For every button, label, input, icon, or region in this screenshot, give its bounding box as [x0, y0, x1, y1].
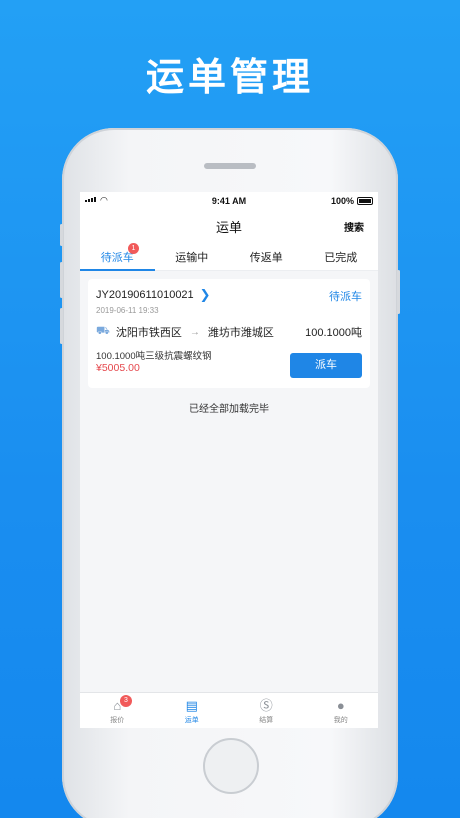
route-origin: 沈阳市铁西区 [115, 327, 182, 339]
battery-percent: 100% [330, 196, 354, 206]
quote-icon: ⌂ [113, 698, 122, 713]
tab-in-transit[interactable]: 运输中 [155, 240, 230, 270]
arrow-right-icon: → [189, 326, 200, 338]
phone-volume-down [60, 308, 63, 344]
order-number-row[interactable]: JY20190611010021 ❯ [96, 287, 362, 303]
list-end-message: 已经全部加载完毕 [189, 404, 269, 415]
tab-pending-dispatch[interactable]: 待派车 1 [80, 240, 155, 271]
nav-label: 运单 [184, 717, 199, 724]
navbar: 运单 搜索 [80, 210, 378, 240]
page-title: 运单 [215, 220, 242, 235]
promo-title: 运单管理 [145, 57, 314, 99]
dispatch-button[interactable]: 派车 [290, 353, 362, 378]
phone-speaker [204, 163, 256, 169]
settlement-icon: Ⓢ [259, 698, 273, 713]
order-status: 待派车 [329, 291, 362, 303]
chevron-right-icon: ❯ [199, 287, 211, 302]
phone-power-button [397, 270, 400, 314]
order-price: ¥5005.00 [96, 362, 140, 374]
home-button[interactable] [203, 738, 259, 794]
order-number: JY20190611010021 [96, 289, 194, 301]
profile-icon: ● [336, 698, 345, 713]
tab-badge: 1 [128, 243, 139, 254]
battery-icon [357, 197, 373, 205]
status-bar: ◠ 9:41 AM 100% [80, 192, 378, 210]
nav-label: 报价 [110, 717, 125, 724]
nav-badge: 3 [120, 695, 132, 707]
nav-label: 结算 [259, 717, 274, 724]
tab-return-receipt[interactable]: 传返单 [229, 240, 304, 270]
bottom-nav: ⌂ 3 报价 ▤ 运单 Ⓢ 结算 ● 我的 [80, 692, 378, 728]
nav-waybill[interactable]: ▤ 运单 [155, 693, 230, 728]
status-tabs: 待派车 1 运输中 传返单 已完成 [80, 240, 378, 271]
truck-icon: ⛟ [96, 325, 110, 337]
app-screen: ◠ 9:41 AM 100% 运单 搜索 待派车 1 运输中 传返单 已完成 J… [80, 192, 378, 728]
waybill-icon: ▤ [185, 698, 198, 713]
route-destination: 潍坊市潍城区 [207, 327, 274, 339]
nav-quote[interactable]: ⌂ 3 报价 [80, 693, 155, 728]
tab-label: 已完成 [324, 252, 358, 264]
tab-label: 运输中 [175, 252, 209, 264]
tab-label: 待派车 [100, 252, 134, 264]
order-date: 2019-06-11 19:33 [96, 306, 159, 315]
tab-label: 传返单 [249, 252, 283, 264]
search-button[interactable]: 搜索 [344, 219, 364, 234]
nav-settlement[interactable]: Ⓢ 结算 [229, 693, 304, 728]
phone-volume-up [60, 262, 63, 298]
tab-completed[interactable]: 已完成 [304, 240, 379, 270]
cargo-weight: 100.1000吨 [305, 327, 362, 339]
nav-label: 我的 [333, 717, 348, 724]
order-card[interactable]: JY20190611010021 ❯ 待派车 2019-06-11 19:33 … [88, 279, 370, 388]
route-row: ⛟ 沈阳市铁西区 → 潍坊市潍城区 100.1000吨 [96, 324, 362, 340]
nav-profile[interactable]: ● 我的 [304, 693, 379, 728]
phone-side-button [60, 224, 63, 246]
